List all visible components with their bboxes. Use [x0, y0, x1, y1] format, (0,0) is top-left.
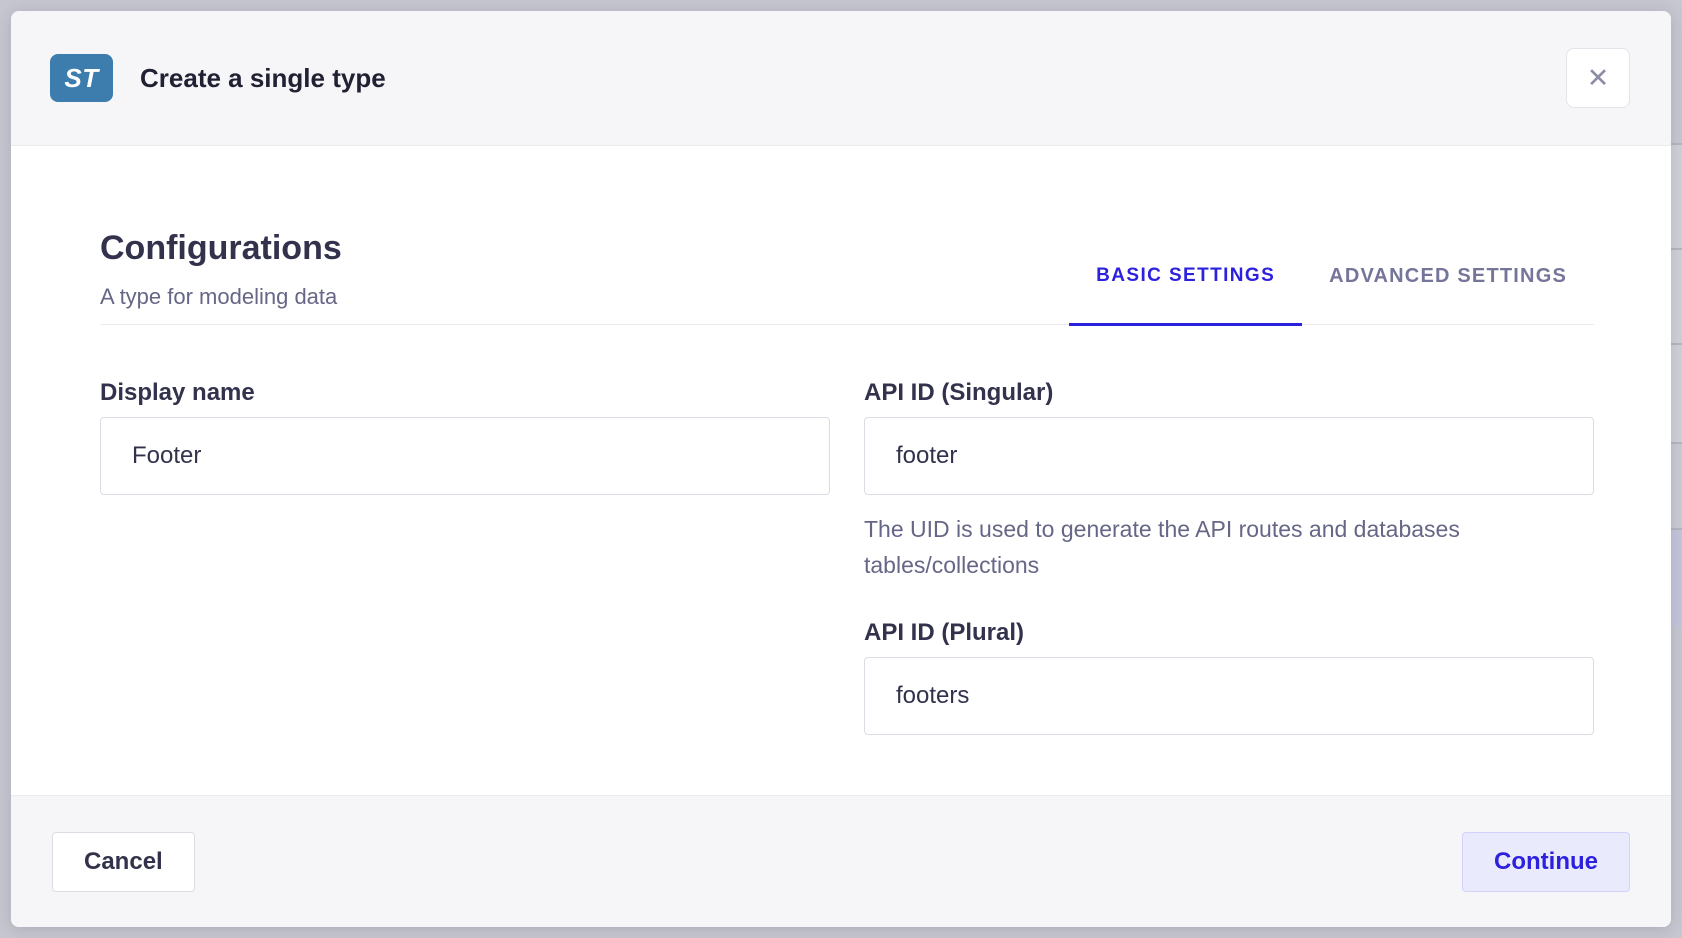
modal-footer: Cancel Continue — [11, 795, 1671, 927]
configurations-header-row: Configurations A type for modeling data … — [100, 228, 1594, 325]
api-id-plural-label: API ID (Plural) — [864, 619, 1594, 647]
left-column: Display name — [100, 379, 830, 735]
tab-basic-settings[interactable]: BASIC SETTINGS — [1069, 265, 1302, 326]
continue-button[interactable]: Continue — [1462, 832, 1630, 892]
configurations-form: Display name API ID (Singular) The UID i… — [100, 379, 1594, 735]
create-single-type-modal: ST Create a single type ✕ Configurations… — [11, 11, 1671, 927]
right-column: API ID (Singular) The UID is used to gen… — [864, 379, 1594, 735]
page-title: Configurations — [100, 228, 342, 268]
display-name-label: Display name — [100, 379, 830, 407]
modal-body: Configurations A type for modeling data … — [11, 146, 1671, 795]
modal-title: Create a single type — [140, 63, 386, 94]
tab-advanced-settings[interactable]: ADVANCED SETTINGS — [1302, 265, 1594, 324]
api-id-singular-field-group: API ID (Singular) The UID is used to gen… — [864, 379, 1594, 583]
api-id-singular-label: API ID (Singular) — [864, 379, 1594, 407]
api-id-plural-input[interactable] — [864, 657, 1594, 735]
single-type-badge-icon: ST — [50, 54, 113, 102]
cancel-button[interactable]: Cancel — [52, 832, 195, 892]
api-id-plural-field-group: API ID (Plural) — [864, 619, 1594, 735]
modal-header: ST Create a single type ✕ — [11, 11, 1671, 146]
close-icon: ✕ — [1587, 65, 1610, 92]
display-name-field-group: Display name — [100, 379, 830, 495]
page-subtitle: A type for modeling data — [100, 284, 342, 310]
display-name-input[interactable] — [100, 417, 830, 495]
background-page-edge — [1671, 0, 1682, 938]
heading-block: Configurations A type for modeling data — [100, 228, 342, 324]
api-id-helper-text: The UID is used to generate the API rout… — [864, 511, 1594, 583]
api-id-singular-input[interactable] — [864, 417, 1594, 495]
close-button[interactable]: ✕ — [1566, 48, 1630, 108]
settings-tabs: BASIC SETTINGS ADVANCED SETTINGS — [1069, 265, 1594, 324]
